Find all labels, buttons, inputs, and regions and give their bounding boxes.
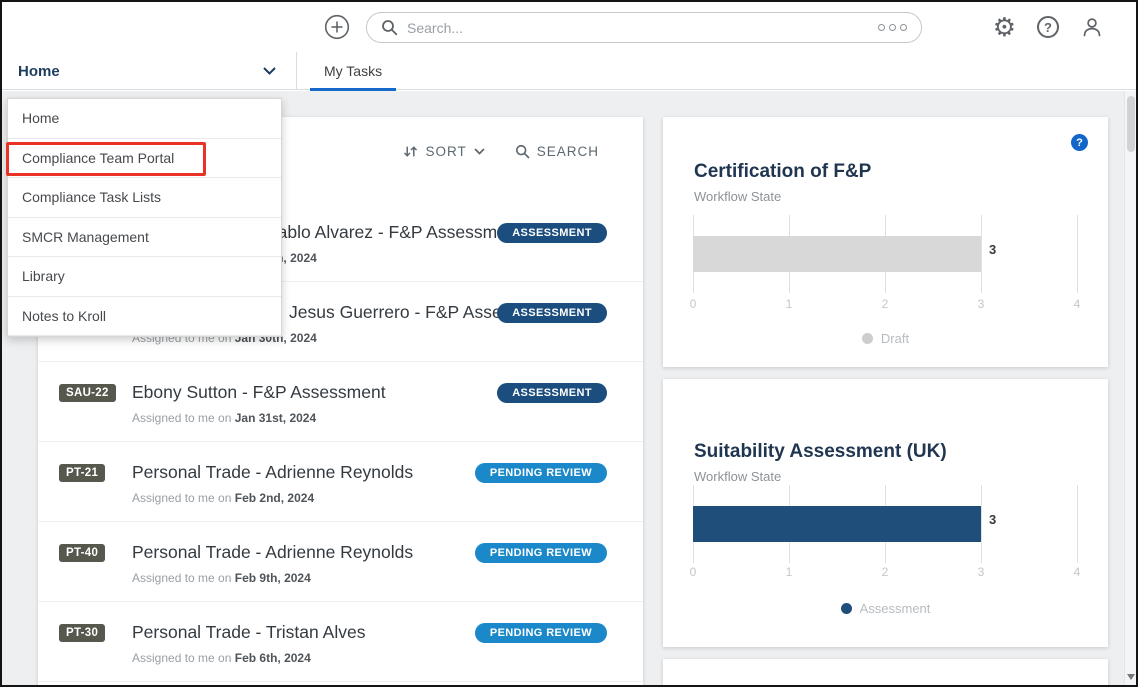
help-icon[interactable]: ? xyxy=(1037,16,1059,38)
menu-item-compliance-team-portal[interactable]: Compliance Team Portal xyxy=(8,139,281,179)
tick-label: 1 xyxy=(786,297,793,311)
bar-value-label: 3 xyxy=(989,242,996,257)
task-title: Personal Trade - Adrienne Reynolds xyxy=(132,542,413,563)
help-icon[interactable]: ? xyxy=(1071,134,1088,151)
more-options-icon[interactable] xyxy=(878,24,907,31)
tick-label: 2 xyxy=(882,565,889,579)
status-badge: PENDING REVIEW xyxy=(475,543,607,563)
create-button[interactable] xyxy=(324,14,350,40)
legend-dot xyxy=(862,333,873,344)
tick-label: 4 xyxy=(1074,565,1081,579)
bar-chart: 3 xyxy=(693,215,1077,293)
chart-card-partial xyxy=(663,659,1108,687)
sort-label: SORT xyxy=(425,144,466,159)
task-title: Pablo Alvarez - F&P Assessment xyxy=(266,222,522,243)
settings-gear-icon[interactable]: ⚙ xyxy=(993,14,1016,40)
scrollbar-thumb[interactable] xyxy=(1127,96,1135,152)
sort-arrows-icon xyxy=(403,145,418,158)
menu-item-compliance-task-lists[interactable]: Compliance Task Lists xyxy=(8,178,281,218)
chart-title: Certification of F&P xyxy=(694,161,871,183)
task-id-badge: PT-40 xyxy=(59,544,105,562)
tick-label: 3 xyxy=(978,297,985,311)
status-badge: ASSESSMENT xyxy=(497,383,607,403)
task-title: Personal Trade - Tristan Alves xyxy=(132,622,365,643)
task-row[interactable]: SAU-22 Ebony Sutton - F&P Assessment Ass… xyxy=(38,362,643,442)
search-label: SEARCH xyxy=(537,144,599,159)
task-row[interactable]: PT-21 Personal Trade - Adrienne Reynolds… xyxy=(38,442,643,522)
user-account-icon[interactable] xyxy=(1080,15,1104,39)
chart-card-suitability: Suitability Assessment (UK) Workflow Sta… xyxy=(663,379,1108,647)
topbar: ⚙ ? xyxy=(2,2,1136,52)
navbar: Home My Tasks xyxy=(2,52,1136,90)
x-axis: 0 1 2 3 4 xyxy=(693,297,1077,311)
chevron-down-icon xyxy=(474,148,485,155)
tick-label: 2 xyxy=(882,297,889,311)
task-assigned: Assigned to me on Jan 31st, 2024 xyxy=(132,411,316,425)
bar-value-label: 3 xyxy=(989,512,996,527)
task-row[interactable]: PT-30 Personal Trade - Tristan Alves Ass… xyxy=(38,602,643,682)
topbar-icons: ⚙ ? xyxy=(993,2,1104,52)
status-badge: PENDING REVIEW xyxy=(475,463,607,483)
task-assigned: Assigned to me on Feb 9th, 2024 xyxy=(132,571,311,585)
task-id-badge: PT-30 xyxy=(59,624,105,642)
task-row[interactable]: PT-40 Personal Trade - Adrienne Reynolds… xyxy=(38,522,643,602)
chart-legend: Assessment xyxy=(663,601,1108,616)
chart-subtitle: Workflow State xyxy=(694,189,781,204)
tab-my-tasks[interactable]: My Tasks xyxy=(310,52,396,90)
chart-title: Suitability Assessment (UK) xyxy=(694,441,947,463)
tick-label: 3 xyxy=(978,565,985,579)
plus-circle-icon xyxy=(324,14,350,40)
status-badge: ASSESSMENT xyxy=(497,303,607,323)
legend-label: Assessment xyxy=(860,601,931,616)
tab-label: My Tasks xyxy=(324,63,382,79)
legend-dot xyxy=(841,603,852,614)
legend-label: Draft xyxy=(881,331,909,346)
menu-item-library[interactable]: Library xyxy=(8,257,281,297)
menu-item-home[interactable]: Home xyxy=(8,99,281,139)
app-window: ⚙ ? Home My Tasks My Tasks xyxy=(0,0,1138,687)
scrollbar[interactable] xyxy=(1124,91,1136,685)
nav-dropdown-home[interactable]: Home xyxy=(2,52,297,90)
scroll-down-arrow-icon[interactable] xyxy=(1127,674,1135,680)
global-search[interactable] xyxy=(366,12,922,43)
nav-dropdown-menu: Home Compliance Team Portal Compliance T… xyxy=(7,98,282,337)
tick-label: 0 xyxy=(690,565,697,579)
sort-control[interactable]: SORT xyxy=(403,144,484,159)
tick-label: 1 xyxy=(786,565,793,579)
tick-label: 4 xyxy=(1074,297,1081,311)
chart-legend: Draft xyxy=(663,331,1108,346)
nav-dropdown-label: Home xyxy=(18,63,60,80)
menu-item-notes-to-kroll[interactable]: Notes to Kroll xyxy=(8,297,281,337)
search-input[interactable] xyxy=(407,20,869,36)
task-title: Personal Trade - Adrienne Reynolds xyxy=(132,462,413,483)
search-icon xyxy=(381,19,398,36)
bar-assessment xyxy=(693,506,981,542)
chevron-down-icon xyxy=(263,67,276,75)
task-id-badge: PT-21 xyxy=(59,464,105,482)
status-badge: ASSESSMENT xyxy=(497,223,607,243)
bar-chart: 3 xyxy=(693,485,1077,563)
task-assigned: Assigned to me on Feb 2nd, 2024 xyxy=(132,491,314,505)
bar-draft xyxy=(693,236,981,272)
search-icon xyxy=(515,144,530,159)
task-id-badge: SAU-22 xyxy=(59,384,116,402)
x-axis: 0 1 2 3 4 xyxy=(693,565,1077,579)
status-badge: PENDING REVIEW xyxy=(475,623,607,643)
chart-card-certification: ? Certification of F&P Workflow State 3 … xyxy=(663,117,1108,367)
task-assigned: Assigned to me on Feb 6th, 2024 xyxy=(132,651,311,665)
search-control[interactable]: SEARCH xyxy=(515,144,599,159)
tick-label: 0 xyxy=(690,297,697,311)
menu-item-smcr-management[interactable]: SMCR Management xyxy=(8,218,281,258)
task-title: Ebony Sutton - F&P Assessment xyxy=(132,382,386,403)
chart-subtitle: Workflow State xyxy=(694,469,781,484)
